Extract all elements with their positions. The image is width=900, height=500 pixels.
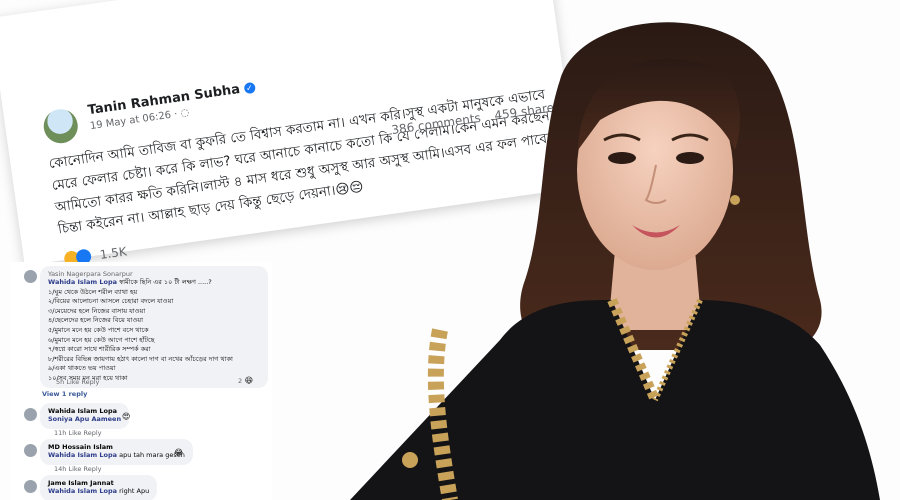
commenter-name[interactable]: Yasin Nagerpara Sonarpur (48, 270, 260, 278)
commenter-name[interactable]: Jame Islam Jannat (48, 479, 149, 487)
commenter-avatar[interactable] (24, 444, 37, 457)
comment-line: ৯/একা থাকতে ভয় পাওয়া (48, 364, 116, 373)
commenter-name[interactable]: MD Hossain Islam (48, 443, 185, 451)
comment-line: ২/বিয়ের আলোচনা আসলে চেহারা বদলে যাওয়া (48, 297, 174, 306)
left-eye (608, 152, 636, 164)
earring (730, 195, 740, 205)
mention-tag[interactable]: Wahida Islam Lopa (48, 451, 117, 459)
comment-actions[interactable]: 5h Like Reply (56, 378, 99, 386)
comment-line: ১/ঘুম থেকে উঠলে শরীল ব্যাথা হয় (48, 287, 138, 296)
comment-line: ৫/মুমানে মনে হয় কেউ পাশে বসে থাকে (48, 325, 149, 334)
comment-bubble: MD Hossain Islam Wahida Islam Lopa apu t… (40, 439, 193, 465)
comment-actions[interactable]: 14h Like Reply (54, 465, 101, 473)
commenter-avatar[interactable] (24, 270, 37, 283)
comment-text: Wahida Islam Lopa right Apu (48, 487, 149, 497)
comment-bubble: Yasin Nagerpara Sonarpur Wahida Islam Lo… (40, 266, 268, 388)
mention-tag[interactable]: Wahida Islam Lopa (48, 278, 117, 286)
comment-reaction-count: 2 (238, 377, 243, 385)
verified-badge-icon: ✓ (243, 81, 256, 95)
comment-bubble: Jame Islam Jannat Wahida Islam Lopa righ… (40, 475, 158, 500)
comment-actions[interactable]: 11h Like Reply (54, 429, 101, 437)
comment-line: স্বামীকে ছিনি এর ১০ টী লক্ষণ .....? (119, 278, 212, 286)
comment-emoji: 😍 (122, 412, 131, 421)
reactions-count: 1.5K (98, 244, 128, 262)
author-avatar[interactable] (41, 107, 80, 146)
comment-text: Wahida Islam Lopa স্বামীকে ছিনি এর ১০ টী… (48, 278, 260, 288)
news-thumbnail: Tanin Rahman Subha ✓ 19 May at 06:26 · ◌ … (0, 0, 900, 500)
globe-icon: ◌ (179, 107, 190, 120)
comment-line: ৪/ছেলেদের হলে নিজের বিয়ে যাওয়া (48, 316, 143, 325)
comment-body: right Apu (119, 487, 150, 495)
comments-section: Yasin Nagerpara Sonarpur Wahida Islam Lo… (10, 262, 272, 500)
comment-reactions: 2 😆 (238, 376, 253, 385)
right-eye (676, 152, 704, 164)
comment-text: Soniya Apu Aameen (48, 415, 122, 423)
comment-line: ৭/স্বপ্নে কারো সাথে শারীরিক সম্পর্ক করা (48, 345, 151, 354)
mention-tag[interactable]: Wahida Islam Lopa (48, 487, 117, 495)
comment-line: ৩/মেয়েদের হলে নিজের বাসায় যাওয়া (48, 306, 146, 315)
comment-text: Wahida Islam Lopa apu tah mara gesen (48, 451, 185, 461)
comment-bubble: Wahida Islam Lopa Soniya Apu Aameen (40, 403, 130, 429)
woman-portrait-photo (350, 22, 880, 500)
commenter-name[interactable]: Wahida Islam Lopa (48, 407, 121, 415)
comment-emoji: 😂 (174, 448, 184, 457)
comment-line: ৮/শরীরের বিভিন্ন জায়গায় হঠাৎ কালো দাগ … (48, 354, 233, 363)
comment-line: ৬/মুমানে মনে হয় কেউ আগে পাশে হাঁটছে (48, 335, 155, 344)
embroidery-flower (402, 452, 418, 468)
commenter-avatar[interactable] (24, 408, 37, 421)
haha-reaction-icon: 😆 (244, 376, 254, 385)
commenter-avatar[interactable] (24, 480, 37, 493)
view-replies-link[interactable]: View 1 reply (42, 390, 87, 398)
